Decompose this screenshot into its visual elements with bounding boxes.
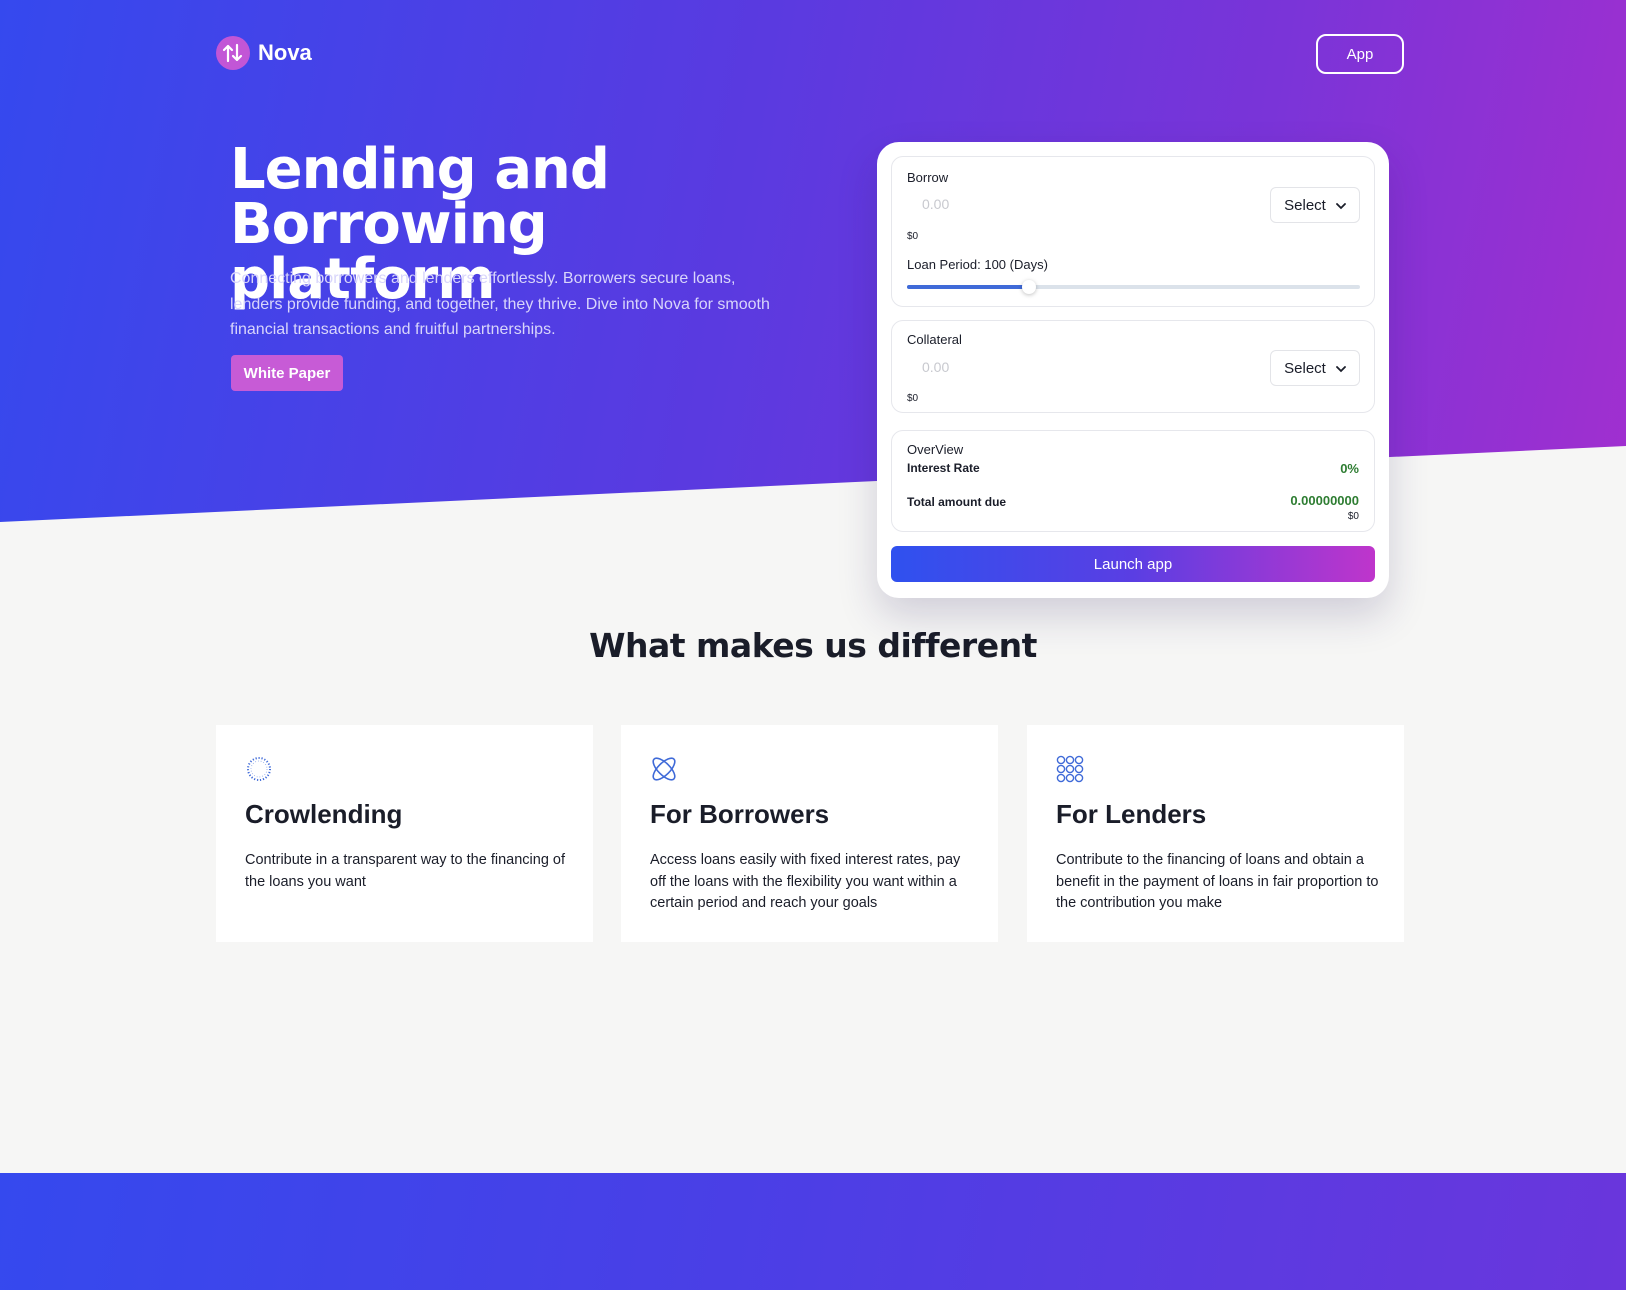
orbit-icon — [650, 755, 678, 783]
feature-text: Contribute to the financing of loans and… — [1056, 852, 1379, 911]
loan-period-slider-fill — [907, 285, 1030, 289]
interest-rate-value: 0% — [1340, 461, 1359, 476]
loan-period-slider[interactable] — [907, 280, 1360, 294]
interest-rate-row: Interest Rate 0% — [907, 461, 1359, 476]
brand-name: Nova — [258, 40, 312, 65]
feature-text: Access loans easily with fixed interest … — [650, 852, 961, 911]
feature-title: For Lenders — [1056, 799, 1207, 829]
collateral-label: Collateral — [907, 332, 962, 347]
chevron-down-icon — [1335, 197, 1346, 214]
dotted-circle-icon — [245, 755, 273, 783]
borrow-asset-select[interactable]: Select — [1270, 187, 1360, 223]
borrow-panel: Borrow Select $0 Loan Period: 100 (Days) — [891, 156, 1375, 307]
total-due-usd: $0 — [1347, 511, 1359, 522]
borrow-usd-value: $0 — [907, 231, 919, 242]
chevron-down-icon — [1335, 360, 1346, 377]
feature-title: Crowlending — [245, 799, 403, 829]
circle-grid-icon — [1056, 755, 1084, 783]
feature-card-borrowers: For Borrowers Access loans easily with f… — [621, 725, 998, 942]
loan-period-slider-thumb[interactable] — [1022, 280, 1037, 294]
borrow-label: Borrow — [907, 170, 949, 185]
hero-description: Connecting borrowers and lenders effortl… — [230, 270, 770, 338]
white-paper-button[interactable]: White Paper — [231, 355, 343, 391]
overview-label: OverView — [907, 442, 964, 457]
collateral-panel: Collateral Select $0 — [891, 320, 1375, 413]
interest-rate-label: Interest Rate — [907, 461, 980, 475]
feature-title: For Borrowers — [650, 799, 830, 829]
borrow-amount-input[interactable] — [907, 189, 1207, 219]
loan-calculator-card: Borrow Select $0 Loan Period: 100 (Days)… — [877, 142, 1389, 598]
feature-text: Contribute in a transparent way to the f… — [245, 852, 565, 890]
collateral-usd-value: $0 — [907, 393, 919, 404]
swap-arrows-icon — [216, 36, 250, 70]
app-button[interactable]: App — [1316, 34, 1404, 74]
feature-card-crowlending: Crowlending Contribute in a transparent … — [216, 725, 593, 942]
total-due-row: Total amount due 0.00000000 — [907, 493, 1359, 509]
collateral-amount-input[interactable] — [907, 352, 1207, 382]
total-due-value: 0.00000000 — [1290, 493, 1359, 508]
footer-band — [0, 1173, 1626, 1290]
loan-period-label: Loan Period: 100 (Days) — [907, 257, 1048, 272]
feature-card-lenders: For Lenders Contribute to the financing … — [1027, 725, 1404, 942]
collateral-asset-select[interactable]: Select — [1270, 350, 1360, 386]
section-title: What makes us different — [589, 626, 1037, 665]
launch-app-button[interactable]: Launch app — [891, 546, 1375, 582]
overview-panel: OverView Interest Rate 0% Total amount d… — [891, 430, 1375, 532]
brand-logo[interactable]: Nova — [216, 36, 312, 70]
total-due-label: Total amount due — [907, 495, 1007, 509]
collateral-select-label: Select — [1284, 359, 1326, 377]
borrow-select-label: Select — [1284, 196, 1326, 214]
